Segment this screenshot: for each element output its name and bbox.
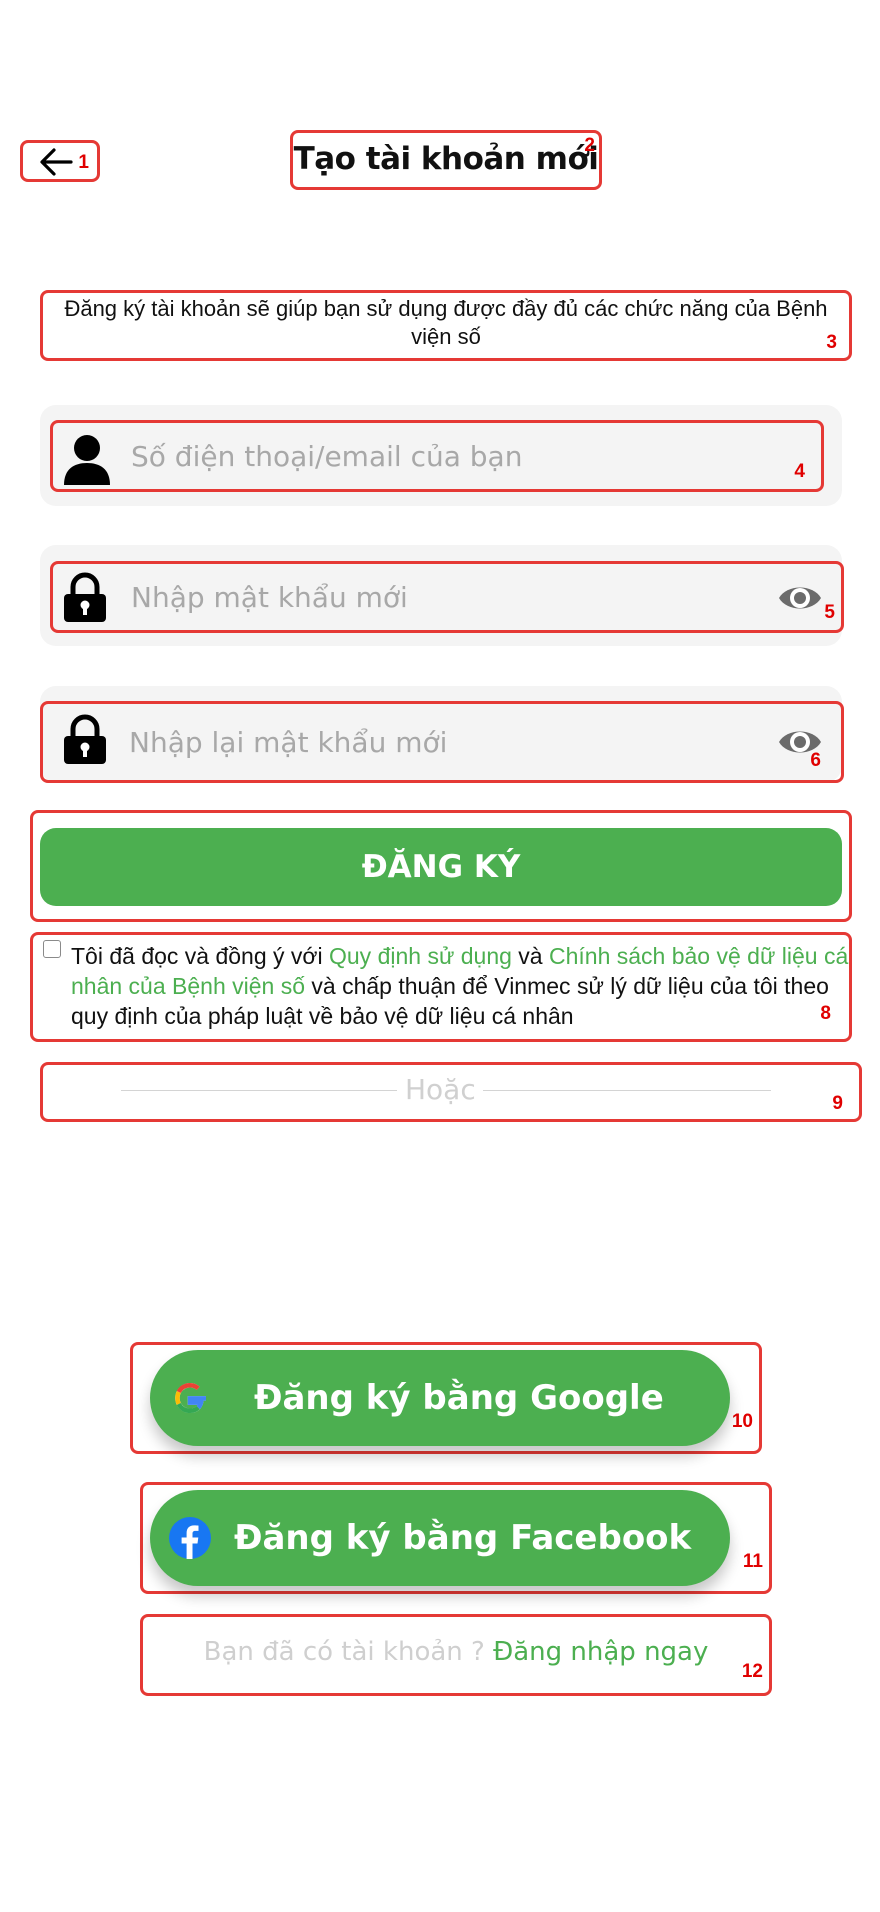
annotation-number: 4 xyxy=(794,461,805,482)
or-divider: Hoặc 9 xyxy=(40,1062,862,1122)
phone-email-placeholder: Số điện thoại/email của bạn xyxy=(131,439,523,473)
annotation-number: 10 xyxy=(731,1411,753,1432)
page-title: Tạo tài khoản mới xyxy=(293,141,599,177)
description-box: Đăng ký tài khoản sẽ giúp bạn sử dụng đư… xyxy=(40,290,852,361)
annotation-number: 9 xyxy=(832,1093,843,1114)
annotation-number: 1 xyxy=(78,152,89,173)
confirm-password-input[interactable]: Nhập lại mật khẩu mới 6 xyxy=(40,701,844,783)
google-signup-button[interactable]: Đăng ký bằng Google xyxy=(150,1350,730,1446)
annotation-number: 2 xyxy=(584,135,595,156)
annotation-number: 3 xyxy=(826,332,837,353)
phone-email-input[interactable]: Số điện thoại/email của bạn 4 xyxy=(50,420,824,492)
page-title-box: Tạo tài khoản mới 2 xyxy=(290,130,602,190)
divider-line-right xyxy=(483,1090,771,1091)
description-text: Đăng ký tài khoản sẽ giúp bạn sử dụng đư… xyxy=(64,296,828,349)
facebook-signup-label: Đăng ký bằng Facebook xyxy=(234,1518,692,1558)
terms-text: Tôi đã đọc và đồng ý với Quy định sử dụn… xyxy=(71,941,851,1031)
register-button[interactable]: ĐĂNG KÝ xyxy=(40,828,842,906)
new-password-placeholder: Nhập mật khẩu mới xyxy=(131,580,408,614)
or-text: Hoặc xyxy=(405,1073,476,1106)
facebook-signup-button[interactable]: Đăng ký bằng Facebook xyxy=(150,1490,730,1586)
annotation-number: 6 xyxy=(810,750,821,771)
terms-agreement: Tôi đã đọc và đồng ý với Quy định sử dụn… xyxy=(30,932,852,1042)
login-prompt: Bạn đã có tài khoản ? Đăng nhập ngay 12 xyxy=(140,1614,772,1696)
lock-icon xyxy=(64,572,106,622)
arrow-left-icon xyxy=(40,148,73,176)
terms-prefix: Tôi đã đọc và đồng ý với xyxy=(71,943,329,969)
terms-checkbox[interactable] xyxy=(43,940,61,958)
new-password-input[interactable]: Nhập mật khẩu mới 5 xyxy=(50,561,844,633)
login-link[interactable]: Đăng nhập ngay xyxy=(493,1637,708,1667)
facebook-icon xyxy=(169,1517,211,1559)
login-text: Bạn đã có tài khoản ? Đăng nhập ngay xyxy=(143,1637,769,1667)
back-button[interactable]: 1 xyxy=(20,140,100,182)
lock-icon xyxy=(64,714,106,764)
annotation-number: 12 xyxy=(741,1661,763,1682)
divider-line-left xyxy=(121,1090,397,1091)
google-icon xyxy=(175,1382,206,1414)
annotation-number: 8 xyxy=(820,1003,831,1024)
eye-icon[interactable] xyxy=(777,578,823,618)
confirm-password-placeholder: Nhập lại mật khẩu mới xyxy=(129,725,448,759)
user-icon xyxy=(64,435,110,485)
annotation-number: 5 xyxy=(824,602,835,623)
google-signup-label: Đăng ký bằng Google xyxy=(254,1378,664,1418)
terms-and: và xyxy=(511,943,549,969)
annotation-number: 11 xyxy=(742,1551,763,1572)
terms-of-use-link[interactable]: Quy định sử dụng xyxy=(329,943,512,969)
login-question: Bạn đã có tài khoản ? xyxy=(203,1637,494,1667)
